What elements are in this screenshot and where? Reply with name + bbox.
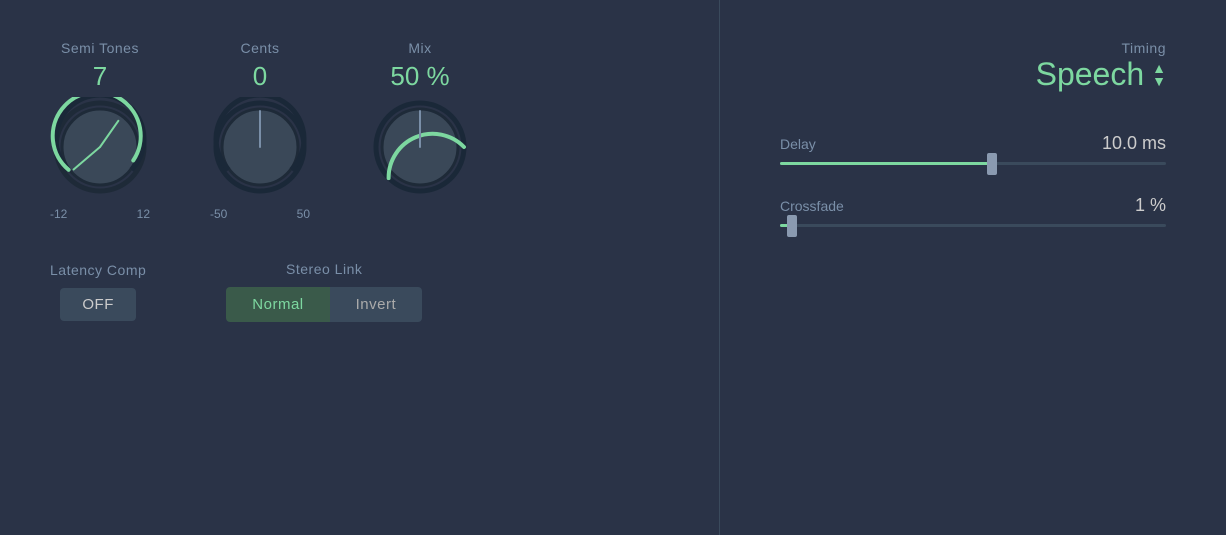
controls-row: Latency Comp OFF Stereo Link Normal Inve… (50, 261, 669, 322)
timing-label: Timing (1122, 40, 1167, 56)
semi-tones-label: Semi Tones (61, 40, 139, 56)
crossfade-value: 1 % (1135, 195, 1166, 216)
mix-value: 50 % (390, 62, 449, 91)
stereo-link-buttons: Normal Invert (226, 287, 422, 322)
stereo-normal-button[interactable]: Normal (226, 287, 329, 322)
right-panel: Timing Speech ▲ ▼ Delay 10.0 ms Crossfad… (720, 0, 1226, 535)
stereo-link-label: Stereo Link (286, 261, 362, 277)
delay-section: Delay 10.0 ms (780, 133, 1166, 165)
delay-thumb[interactable] (987, 153, 997, 175)
semi-tones-group: Semi Tones 7 (50, 40, 150, 221)
delay-track[interactable] (780, 162, 1166, 165)
cents-value: 0 (253, 62, 267, 91)
crossfade-header: Crossfade 1 % (780, 195, 1166, 216)
crossfade-section: Crossfade 1 % (780, 195, 1166, 227)
crossfade-thumb[interactable] (787, 215, 797, 237)
mix-label: Mix (408, 40, 431, 56)
stereo-link-group: Stereo Link Normal Invert (226, 261, 422, 322)
latency-comp-label: Latency Comp (50, 262, 146, 278)
delay-header: Delay 10.0 ms (780, 133, 1166, 154)
knobs-row: Semi Tones 7 (50, 40, 669, 221)
semi-tones-range: -12 12 (50, 207, 150, 221)
left-panel: Semi Tones 7 (0, 0, 720, 535)
stereo-invert-button[interactable]: Invert (330, 287, 423, 322)
timing-section: Timing Speech ▲ ▼ (780, 40, 1166, 93)
delay-value: 10.0 ms (1102, 133, 1166, 154)
mix-knob[interactable] (370, 97, 470, 197)
timing-value-row: Speech ▲ ▼ (1036, 56, 1166, 93)
cents-range: -50 50 (210, 207, 310, 221)
delay-fill (780, 162, 992, 165)
semi-tones-value: 7 (93, 62, 107, 91)
cents-label: Cents (240, 40, 279, 56)
timing-arrows[interactable]: ▲ ▼ (1152, 62, 1166, 87)
latency-comp-group: Latency Comp OFF (50, 262, 146, 321)
crossfade-label: Crossfade (780, 198, 844, 214)
semi-tones-knob[interactable] (50, 97, 150, 197)
timing-value: Speech (1036, 56, 1145, 93)
crossfade-track[interactable] (780, 224, 1166, 227)
delay-label: Delay (780, 136, 816, 152)
cents-group: Cents 0 -50 50 (210, 40, 310, 221)
cents-knob[interactable] (210, 97, 310, 197)
latency-comp-button[interactable]: OFF (60, 288, 136, 321)
mix-group: Mix 50 % (370, 40, 470, 207)
